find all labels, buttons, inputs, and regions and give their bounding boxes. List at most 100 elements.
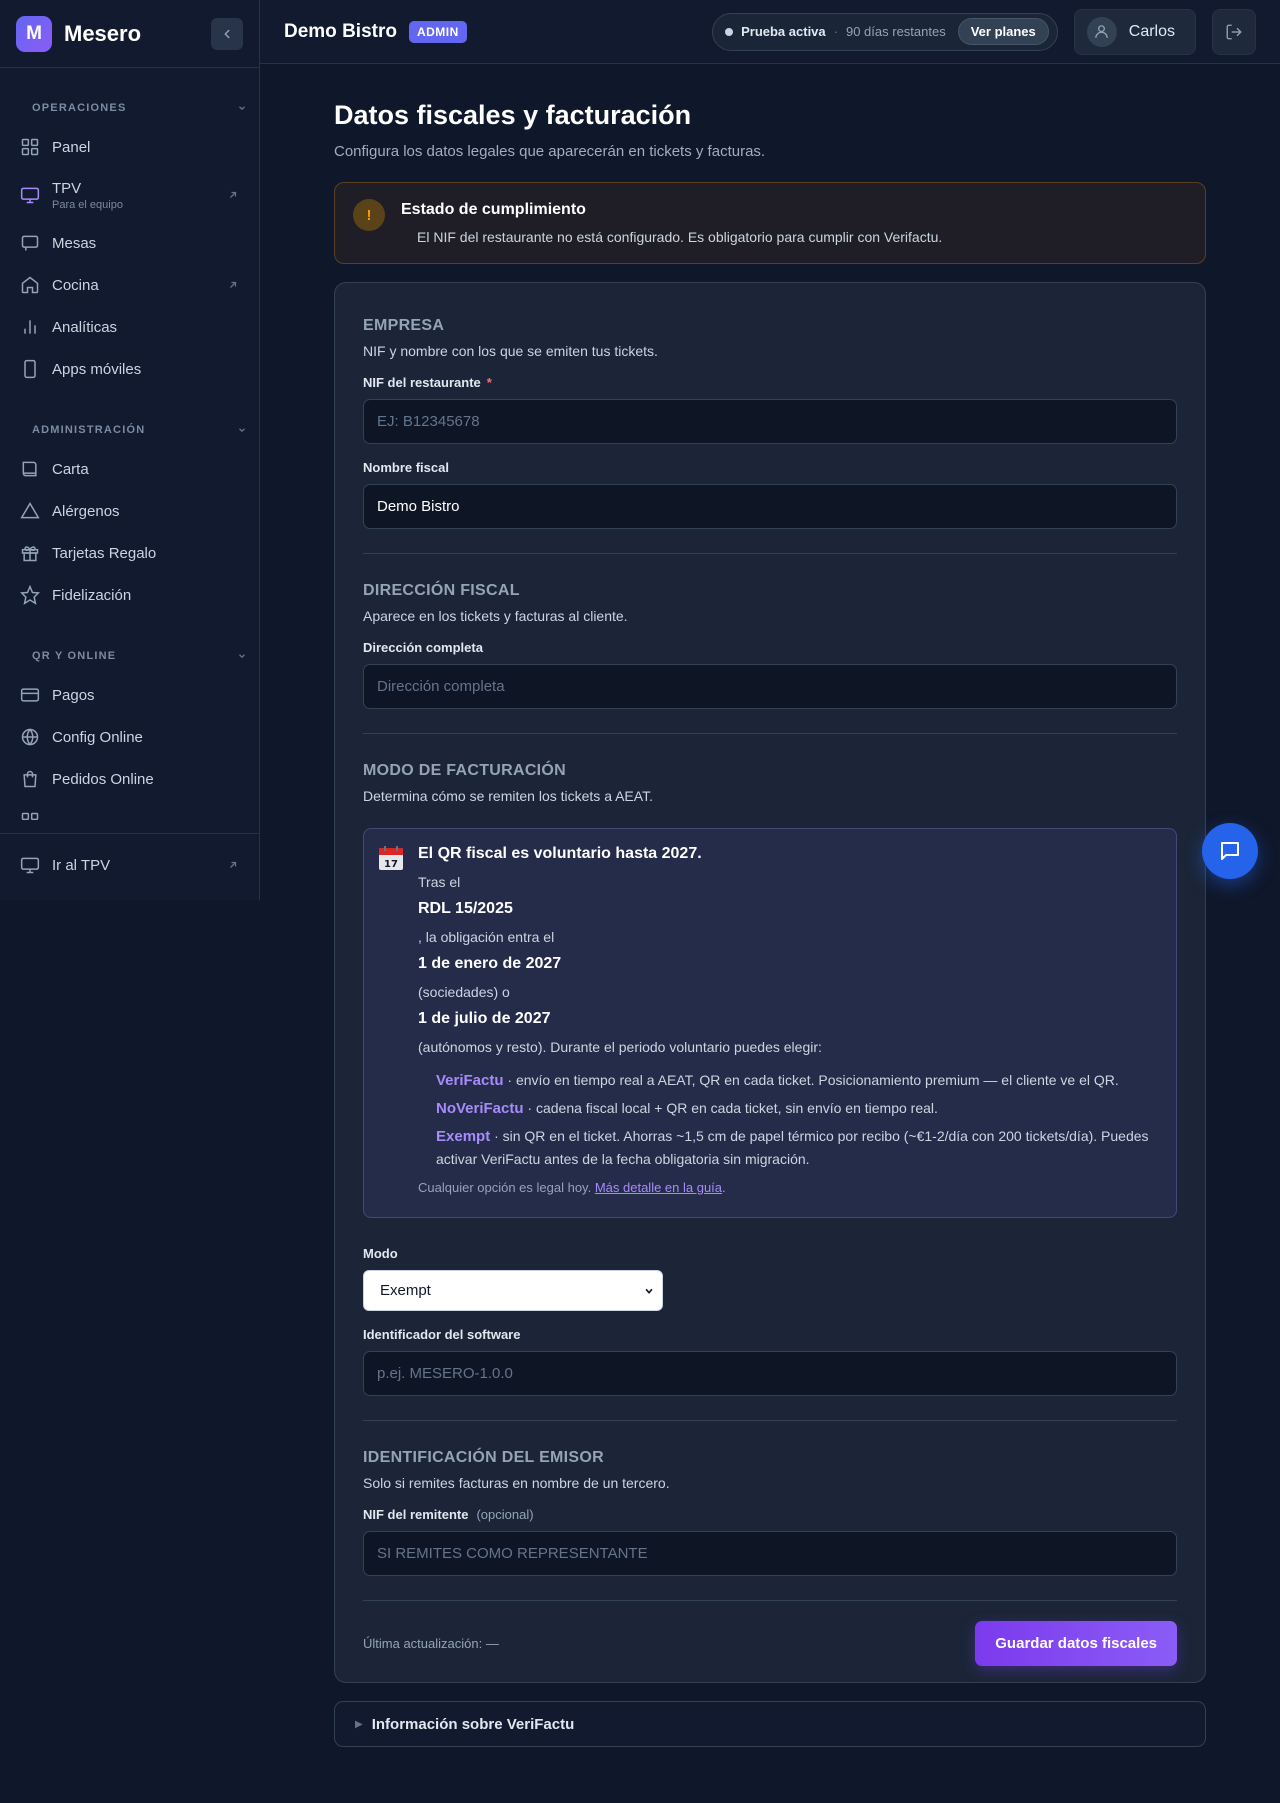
section-desc-emisor: Solo si remites facturas en nombre de un…: [363, 1475, 670, 1491]
sidebar-item-label: Mesas: [52, 234, 97, 252]
option-name-noverifactu: NoVeriFactu: [436, 1100, 524, 1117]
sidebar-item-sublabel: Para el equipo: [52, 198, 123, 211]
divider: [363, 1600, 1177, 1601]
caret-right-icon: ▶: [355, 1718, 363, 1730]
chevron-down-icon: [239, 106, 245, 111]
sidebar-item-panel[interactable]: Panel: [0, 126, 259, 168]
nif-remitente-input[interactable]: SI REMITES COMO REPRESENTANTE: [363, 1531, 1177, 1576]
section-desc-direccion: Aparece en los tickets y facturas al cli…: [363, 608, 628, 624]
sidebar-item-label: Alérgenos: [52, 502, 120, 520]
modo-selected-value: Exempt: [380, 1282, 431, 1299]
info-text: (sociedades) o: [418, 984, 510, 1000]
option-desc: · cadena fiscal local + QR en cada ticke…: [523, 1100, 938, 1116]
section-desc-empresa: NIF y nombre con los que se emiten tus t…: [363, 343, 658, 359]
sidebar-item-label: Ir al TPV: [52, 856, 111, 874]
nav-section-administracion[interactable]: ADMINISTRACIÓN: [0, 412, 259, 448]
table-icon: [21, 235, 39, 251]
info-heading: El QR fiscal es voluntario hasta 2027.: [418, 845, 702, 862]
info-note: Cualquier opción es legal hoy. Más detal…: [418, 1180, 1160, 1195]
collapse-sidebar-button[interactable]: [211, 17, 243, 50]
last-update-text: Última actualización: —: [363, 1636, 499, 1651]
star-icon: [20, 585, 40, 605]
sidebar-item-config-online[interactable]: Config Online: [0, 716, 259, 758]
nav-section-operaciones[interactable]: OPERACIONES: [0, 90, 259, 126]
sidebar-item-tpv[interactable]: TPV Para el equipo: [0, 168, 259, 222]
optional-mark: (opcional): [476, 1507, 534, 1522]
sidebar-item-cocina[interactable]: Cocina: [0, 264, 259, 306]
user-menu-button[interactable]: Carlos: [1073, 8, 1196, 55]
compliance-alert: ! Estado de cumplimiento El NIF del rest…: [334, 182, 1206, 264]
warning-triangle-icon: [20, 502, 40, 519]
modo-select[interactable]: Exempt: [363, 1270, 663, 1311]
software-id-label: Identificador del software: [363, 1327, 521, 1342]
external-link-icon: [230, 861, 237, 868]
brand-header: M Mesero: [0, 0, 259, 68]
grid-icon: [21, 138, 39, 156]
sidebar-item-alergenos[interactable]: Alérgenos: [0, 490, 259, 532]
list-item: VeriFactu · envío en tiempo real a AEAT,…: [436, 1069, 1160, 1092]
grid-icon: [21, 812, 39, 820]
note-text: Cualquier opción es legal hoy.: [418, 1180, 592, 1195]
user-icon: [1095, 25, 1109, 38]
user-name: Carlos: [1128, 22, 1175, 40]
sidebar-item-label: Cocina: [52, 276, 99, 294]
list-item: Exempt · sin QR en el ticket. Ahorras ~1…: [436, 1125, 1160, 1170]
bar-chart-icon: [24, 320, 36, 334]
logout-icon: [1226, 24, 1242, 39]
sidebar-item-analiticas[interactable]: Analíticas: [0, 306, 259, 348]
monitor-icon: [20, 187, 40, 204]
chat-support-button[interactable]: [1202, 823, 1258, 879]
nombre-fiscal-input[interactable]: Demo Bistro: [363, 484, 1177, 529]
mode-options-list: VeriFactu · envío en tiempo real a AEAT,…: [418, 1069, 1160, 1170]
sidebar-item-pagos[interactable]: Pagos: [0, 674, 259, 716]
sidebar-item-label: Fidelización: [52, 586, 132, 604]
brand-name[interactable]: Mesero: [64, 21, 211, 47]
warning-icon: !: [353, 199, 385, 231]
sidebar-item-apps-moviles[interactable]: Apps móviles: [0, 348, 259, 390]
role-badge: ADMIN: [408, 20, 467, 43]
view-plans-button[interactable]: Ver planes: [957, 18, 1049, 45]
monitor-icon: [20, 857, 40, 874]
sidebar-item-fidelizacion[interactable]: Fidelización: [0, 574, 259, 616]
nif-input[interactable]: EJ: B12345678: [363, 399, 1177, 444]
section-title-empresa: EMPRESA: [363, 317, 445, 334]
info-text: (autónomos y resto). Durante el periodo …: [418, 1039, 822, 1055]
save-fiscal-data-button[interactable]: Guardar datos fiscales: [975, 1621, 1177, 1666]
info-strong: 1 de julio de 2027: [418, 1010, 551, 1027]
sidebar-item-label: Panel: [52, 138, 91, 156]
page-title: Datos fiscales y facturación: [334, 100, 692, 130]
guide-link[interactable]: Más detalle en la guía: [595, 1180, 722, 1195]
logout-button[interactable]: [1212, 8, 1256, 55]
option-name-verifactu: VeriFactu: [436, 1072, 504, 1089]
chevron-left-icon: [224, 29, 230, 38]
fiscal-form-card: EMPRESA NIF y nombre con los que se emit…: [334, 282, 1206, 1683]
info-strong: RDL 15/2025: [418, 900, 513, 917]
sidebar-footer: Ir al TPV: [0, 833, 259, 886]
sidebar-item-carta[interactable]: Carta: [0, 448, 259, 490]
nav-section-qr-online[interactable]: QR Y ONLINE: [0, 638, 259, 674]
section-title-direccion: DIRECCIÓN FISCAL: [363, 582, 520, 599]
trial-days-remaining: 90 días restantes: [845, 24, 946, 39]
home-icon: [21, 276, 39, 294]
sidebar-item-tarjetas-regalo[interactable]: Tarjetas Regalo: [0, 532, 259, 574]
credit-card-icon: [20, 688, 40, 702]
brand-logo[interactable]: M: [16, 15, 52, 52]
direccion-input[interactable]: Dirección completa: [363, 664, 1177, 709]
sidebar-nav: OPERACIONES Panel TPV Para el equipo Mes…: [0, 68, 259, 833]
verifactu-info-disclosure[interactable]: ▶ Información sobre VeriFactu: [334, 1701, 1206, 1747]
page-subtitle: Configura los datos legales que aparecer…: [334, 143, 766, 160]
sidebar-item-pedidos-online[interactable]: Pedidos Online: [0, 758, 259, 800]
sidebar-item-mesas[interactable]: Mesas: [0, 222, 259, 264]
card-footer: Última actualización: — Guardar datos fi…: [363, 1621, 1177, 1666]
sidebar-item-partial[interactable]: [0, 800, 259, 820]
gift-icon: [21, 546, 39, 562]
globe-icon: [21, 728, 39, 746]
topbar: Demo Bistro ADMIN Prueba activa · 90 día…: [260, 0, 1280, 64]
chevron-down-icon: [239, 428, 245, 433]
required-mark: *: [486, 375, 492, 390]
divider: [363, 1420, 1177, 1421]
info-text: , la obligación entra el: [418, 929, 555, 945]
sidebar-item-ir-al-tpv[interactable]: Ir al TPV: [0, 844, 259, 886]
software-id-input[interactable]: p.ej. MESERO-1.0.0: [363, 1351, 1177, 1396]
book-icon: [22, 461, 37, 477]
